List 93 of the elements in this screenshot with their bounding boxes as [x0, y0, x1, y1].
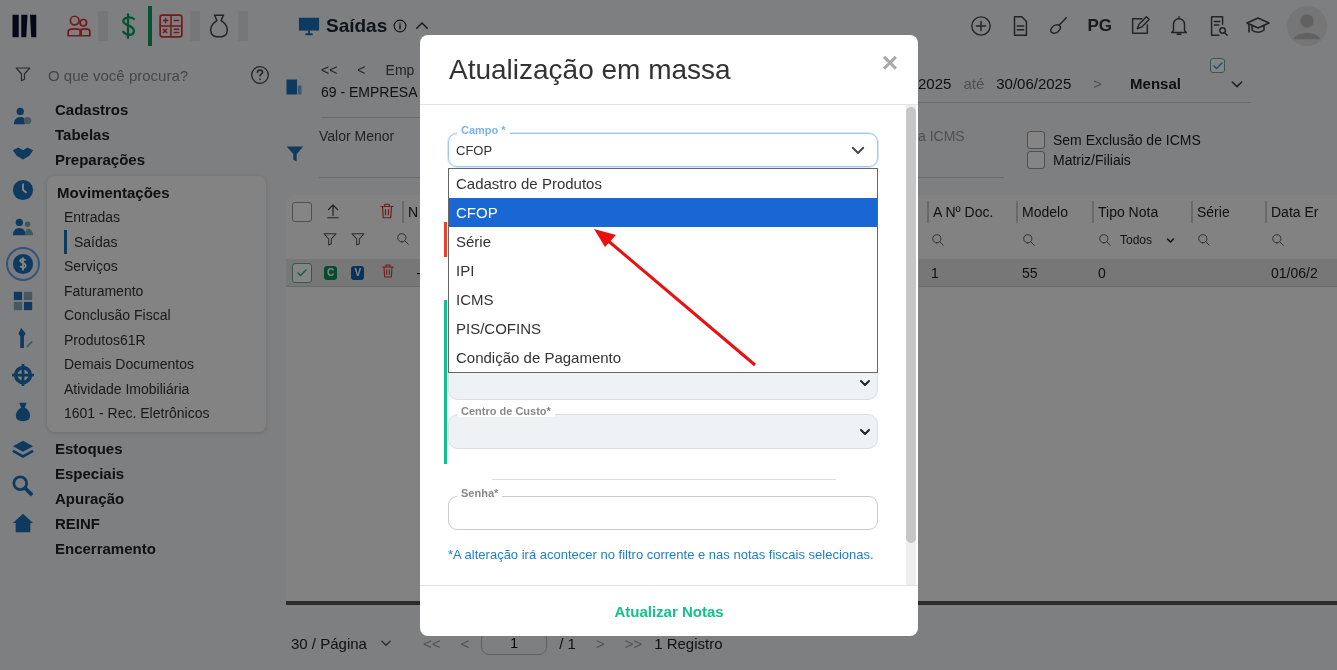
bell-icon[interactable] [1168, 15, 1190, 37]
dropdown-option[interactable]: IPI [449, 256, 877, 285]
avatar-icon[interactable] [1287, 6, 1327, 46]
column-header[interactable]: Data Er [1265, 201, 1319, 223]
checkmark-icon [296, 266, 308, 279]
scrollbar[interactable] [906, 105, 916, 585]
note-text: *A alteração irá acontecer no filtro corrente e nas notas fiscais selecionas. [448, 547, 875, 562]
filter-icon[interactable] [285, 144, 305, 164]
info-icon[interactable] [393, 19, 408, 33]
submenu-item[interactable]: 1601 - Rec. Eletrônicos [47, 401, 266, 426]
modal-title: Atualização em massa [449, 53, 732, 86]
checkbox-label: Sem Exclusão de ICMS [1053, 132, 1201, 148]
submenu-item[interactable]: Serviços [47, 254, 266, 279]
submenu-item[interactable]: Produtos61R [47, 327, 266, 352]
dropdown-option[interactable]: CFOP [449, 198, 877, 227]
dropdown-option[interactable]: Condição de Pagamento [449, 343, 877, 372]
filter-field[interactable]: Valor Menor [319, 128, 420, 144]
search-field[interactable]: O que você procura? [48, 66, 240, 84]
row-checkbox[interactable] [292, 262, 312, 283]
table-cell: 0 [1098, 264, 1106, 281]
search-icon[interactable] [1271, 233, 1285, 247]
help-icon[interactable] [250, 65, 270, 85]
table-cell: - [416, 264, 421, 281]
field-label: Centro de Custo* [457, 405, 555, 417]
building-icon [285, 78, 303, 96]
column-header[interactable]: N [402, 201, 419, 223]
column-header[interactable]: Tipo Nota [1092, 201, 1159, 223]
dropdown-option[interactable]: PIS/COFINS [449, 314, 877, 343]
previous-button[interactable]: < [357, 62, 366, 78]
table-cell: 55 [1022, 264, 1038, 281]
status-badge[interactable]: V [351, 265, 365, 280]
status-badge[interactable]: C [324, 265, 338, 280]
submenu-item[interactable]: Atividade Imobiliária [47, 376, 266, 401]
field-label: Senha* [457, 487, 503, 499]
calculator-icon[interactable] [158, 13, 184, 39]
submenu-item[interactable]: Saídas [64, 229, 266, 254]
trash-icon[interactable] [378, 201, 396, 220]
menu-item[interactable]: Cadastros [46, 97, 270, 122]
menu-item[interactable]: Tabelas [46, 122, 270, 147]
submenu-item[interactable]: Faturamento [47, 278, 266, 303]
dropdown-option[interactable]: ICMS [449, 285, 877, 314]
menu-item[interactable]: Preparações [46, 147, 270, 172]
plus-circle-icon[interactable] [970, 15, 993, 37]
page-size-select[interactable]: 30 / Página [291, 634, 367, 652]
record-count: 1 Registro [654, 634, 723, 652]
checkbox[interactable] [1027, 151, 1045, 169]
menu-item[interactable]: Especiais [46, 460, 270, 486]
search-icon[interactable] [931, 233, 945, 247]
search-icon[interactable] [1098, 233, 1112, 247]
active-indicator [148, 6, 152, 46]
company-name: 69 - EMPRESA [321, 84, 419, 100]
column-header[interactable]: A Nº Doc. [927, 201, 994, 223]
select-all-checkbox[interactable] [292, 202, 312, 222]
chevron-down-icon [1166, 235, 1176, 245]
start-date[interactable]: 2025 [918, 75, 952, 92]
table-cell: 01/06/2 [1271, 264, 1318, 281]
dropdown-option[interactable]: Série [449, 227, 877, 256]
menu-item[interactable]: Estoques [46, 435, 270, 461]
trash-icon[interactable] [380, 263, 397, 279]
search-icon[interactable] [1197, 233, 1211, 247]
edit-icon[interactable] [1129, 15, 1151, 37]
filter-icon[interactable] [14, 65, 32, 83]
dropdown-option[interactable]: Cadastro de Produtos [449, 169, 877, 198]
menu-item[interactable]: Movimentações [47, 180, 266, 205]
column-header[interactable]: Modelo [1016, 201, 1068, 223]
period-mode[interactable]: Mensal [1130, 75, 1181, 92]
people-icon[interactable] [66, 13, 92, 39]
monitor-icon [298, 15, 320, 37]
menu-item[interactable]: REINF [46, 510, 270, 536]
search-icon[interactable] [396, 231, 410, 246]
first-button[interactable]: << [321, 62, 338, 78]
submenu-item[interactable]: Conclusão Fiscal [47, 303, 266, 328]
company-label: Emp [385, 62, 415, 78]
submenu-item[interactable]: Entradas [47, 205, 266, 230]
checkmark-icon [1211, 59, 1224, 72]
menu-item[interactable]: Apuração [46, 485, 270, 511]
page-title: Saídas [326, 15, 388, 37]
checkbox[interactable] [1210, 58, 1225, 73]
column-header[interactable]: Série [1191, 201, 1230, 223]
checkbox[interactable] [1027, 131, 1045, 149]
table-cell: 1 [931, 264, 939, 281]
dollar-icon[interactable] [8, 249, 38, 279]
submenu-item[interactable]: Demais Documentos [47, 352, 266, 377]
page-total: / 1 [559, 634, 576, 652]
checkbox-label: Matriz/Filiais [1053, 152, 1131, 168]
filter-icon[interactable] [350, 230, 366, 247]
type-filter-select[interactable]: Todos [1120, 233, 1176, 247]
end-date[interactable]: 30/06/2025 [996, 75, 1072, 92]
filter-icon[interactable] [322, 230, 338, 247]
search-icon[interactable] [1022, 233, 1036, 247]
field-label: Campo * [457, 124, 510, 136]
pg-label[interactable]: PG [1087, 16, 1112, 36]
menu-item[interactable]: Encerramento [46, 535, 270, 561]
